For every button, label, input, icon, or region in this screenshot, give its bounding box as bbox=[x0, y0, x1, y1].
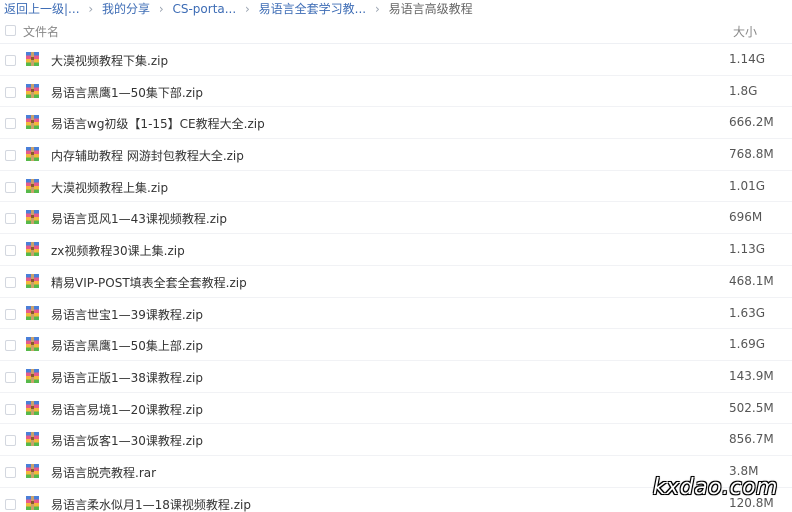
file-size: 768.8M bbox=[729, 147, 774, 162]
file-row[interactable]: 精易VIP-POST填表全套全套教程.zip 468.1M bbox=[0, 266, 792, 298]
file-name[interactable]: 大漠视频教程下集.zip bbox=[51, 52, 168, 69]
row-checkbox[interactable] bbox=[5, 308, 16, 320]
watermark: kxdao.com bbox=[652, 475, 778, 500]
file-name[interactable]: 易语言易境1—20课教程.zip bbox=[51, 401, 203, 418]
more-crumbs-link[interactable]: |... bbox=[64, 2, 80, 16]
archive-file-icon bbox=[26, 463, 39, 478]
row-checkbox[interactable] bbox=[5, 213, 16, 225]
archive-file-icon bbox=[26, 337, 39, 352]
archive-file-icon bbox=[26, 147, 39, 162]
select-all-checkbox[interactable] bbox=[5, 25, 16, 36]
archive-file-icon bbox=[26, 273, 39, 288]
file-row[interactable]: 易语言世宝1—39课教程.zip 1.63G bbox=[0, 298, 792, 330]
file-list-header: 文件名 大小 bbox=[0, 19, 792, 44]
row-checkbox[interactable] bbox=[5, 466, 16, 478]
file-row[interactable]: 易语言黑鹰1—50集下部.zip 1.8G bbox=[0, 76, 792, 108]
row-checkbox[interactable] bbox=[5, 498, 16, 510]
row-checkbox[interactable] bbox=[5, 150, 16, 162]
archive-file-icon bbox=[26, 368, 39, 383]
file-share-page: 返回上一级|... › 我的分享 › CS-porta... › 易语言全套学习… bbox=[0, 0, 792, 512]
archive-file-icon bbox=[26, 178, 39, 193]
back-link[interactable]: 返回上一级 bbox=[4, 2, 64, 16]
file-row[interactable]: zx视频教程30课上集.zip 1.13G bbox=[0, 234, 792, 266]
file-name[interactable]: 精易VIP-POST填表全套全套教程.zip bbox=[51, 274, 247, 291]
archive-file-icon bbox=[26, 52, 39, 66]
file-name[interactable]: 易语言正版1—38课教程.zip bbox=[51, 369, 203, 386]
column-header-size[interactable]: 大小 bbox=[733, 23, 757, 40]
file-size: 1.01G bbox=[729, 178, 766, 193]
file-row[interactable]: 大漠视频教程上集.zip 1.01G bbox=[0, 171, 792, 203]
breadcrumb-separator: › bbox=[374, 2, 380, 16]
breadcrumb-my-share[interactable]: 我的分享 bbox=[102, 2, 150, 16]
file-name[interactable]: 易语言脱壳教程.rar bbox=[51, 464, 156, 481]
breadcrumb-cs-portal[interactable]: CS-porta... bbox=[172, 2, 236, 16]
file-row[interactable]: 易语言正版1—38课教程.zip 143.9M bbox=[0, 361, 792, 393]
file-size: 1.8G bbox=[729, 83, 758, 98]
file-row[interactable]: 易语言黑鹰1—50集上部.zip 1.69G bbox=[0, 329, 792, 361]
file-name[interactable]: 易语言柔水似月1—18课视频教程.zip bbox=[51, 496, 251, 512]
file-list: 大漠视频教程下集.zip 1.14G 易语言黑鹰1—50集下部.zip 1.8G 易语言… bbox=[0, 44, 792, 512]
archive-file-icon bbox=[26, 83, 39, 98]
file-row[interactable]: 易语言觅风1—43课视频教程.zip 696M bbox=[0, 202, 792, 235]
file-name[interactable]: 内存辅助教程 网游封包教程大全.zip bbox=[51, 147, 244, 164]
file-size: 696M bbox=[729, 210, 763, 225]
row-checkbox[interactable] bbox=[5, 371, 16, 383]
file-row[interactable]: 内存辅助教程 网游封包教程大全.zip 768.8M bbox=[0, 139, 792, 171]
row-checkbox[interactable] bbox=[5, 86, 16, 98]
file-name[interactable]: 大漠视频教程上集.zip bbox=[51, 179, 168, 196]
file-name[interactable]: zx视频教程30课上集.zip bbox=[51, 242, 185, 259]
archive-file-icon bbox=[26, 495, 39, 510]
row-checkbox[interactable] bbox=[5, 435, 16, 447]
row-checkbox[interactable] bbox=[5, 118, 16, 130]
breadcrumb: 返回上一级|... › 我的分享 › CS-porta... › 易语言全套学习… bbox=[0, 0, 792, 19]
file-size: 1.14G bbox=[729, 52, 766, 66]
file-size: 1.69G bbox=[729, 337, 766, 352]
row-checkbox[interactable] bbox=[5, 403, 16, 415]
file-size: 143.9M bbox=[729, 368, 774, 383]
file-size: 1.63G bbox=[729, 305, 766, 320]
file-size: 666.2M bbox=[729, 115, 774, 130]
archive-file-icon bbox=[26, 242, 39, 257]
file-size: 1.13G bbox=[729, 242, 766, 257]
archive-file-icon bbox=[26, 400, 39, 415]
file-name[interactable]: 易语言世宝1—39课教程.zip bbox=[51, 306, 203, 323]
file-size: 856.7M bbox=[729, 432, 774, 447]
row-checkbox[interactable] bbox=[5, 245, 16, 257]
breadcrumb-full-course[interactable]: 易语言全套学习教... bbox=[259, 2, 366, 16]
file-name[interactable]: 易语言wg初级【1-15】CE教程大全.zip bbox=[51, 115, 265, 132]
breadcrumb-separator: › bbox=[245, 2, 250, 16]
row-checkbox[interactable] bbox=[5, 181, 16, 193]
file-name[interactable]: 易语言觅风1—43课视频教程.zip bbox=[51, 210, 227, 227]
row-checkbox[interactable] bbox=[5, 340, 16, 352]
file-name[interactable]: 易语言饭客1—30课教程.zip bbox=[51, 432, 203, 449]
archive-file-icon bbox=[26, 115, 39, 130]
breadcrumb-separator: › bbox=[88, 2, 94, 16]
file-size: 502.5M bbox=[729, 400, 774, 415]
file-row[interactable]: 易语言易境1—20课教程.zip 502.5M bbox=[0, 393, 792, 425]
file-row[interactable]: 易语言wg初级【1-15】CE教程大全.zip 666.2M bbox=[0, 107, 792, 140]
file-row[interactable]: 大漠视频教程下集.zip 1.14G bbox=[0, 44, 792, 76]
breadcrumb-current: 易语言高级教程 bbox=[388, 2, 473, 16]
breadcrumb-separator: › bbox=[158, 2, 164, 16]
file-row[interactable]: 易语言饭客1—30课教程.zip 856.7M bbox=[0, 424, 792, 456]
file-name[interactable]: 易语言黑鹰1—50集上部.zip bbox=[51, 337, 203, 354]
row-checkbox[interactable] bbox=[5, 276, 16, 288]
column-header-filename[interactable]: 文件名 bbox=[23, 23, 59, 40]
file-size: 468.1M bbox=[729, 273, 774, 288]
file-name[interactable]: 易语言黑鹰1—50集下部.zip bbox=[51, 84, 203, 101]
archive-file-icon bbox=[26, 432, 39, 447]
row-checkbox[interactable] bbox=[5, 55, 16, 66]
archive-file-icon bbox=[26, 210, 39, 225]
archive-file-icon bbox=[26, 305, 39, 320]
